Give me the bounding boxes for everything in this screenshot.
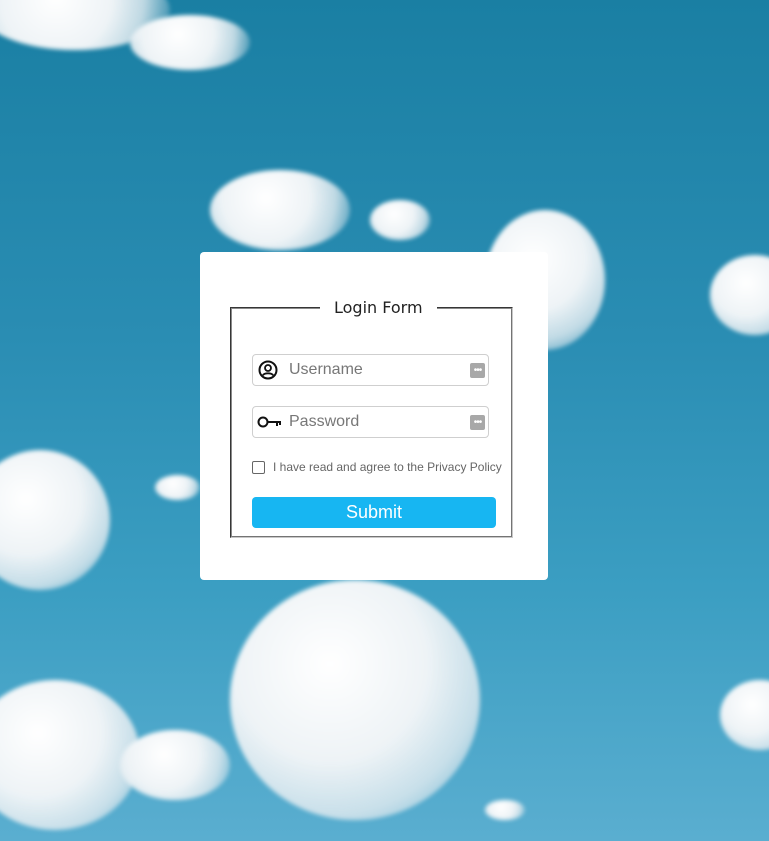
privacy-consent-label[interactable]: I have read and agree to the Privacy Pol… — [273, 460, 502, 474]
privacy-consent: I have read and agree to the Privacy Pol… — [252, 460, 502, 474]
dots-keyboard-icon[interactable]: ••• — [470, 363, 485, 378]
submit-button[interactable]: Submit — [252, 497, 496, 528]
form-title: Login Form — [334, 298, 423, 317]
login-card: Login Form ••• ••• I have read and agree… — [200, 252, 548, 580]
user-circle-icon — [257, 359, 279, 381]
password-input[interactable] — [289, 413, 459, 431]
password-field[interactable]: ••• — [252, 406, 489, 438]
username-field[interactable]: ••• — [252, 354, 489, 386]
username-input[interactable] — [289, 361, 459, 379]
privacy-checkbox[interactable] — [252, 460, 265, 474]
dots-keyboard-icon[interactable]: ••• — [470, 415, 485, 430]
key-icon — [257, 411, 283, 433]
